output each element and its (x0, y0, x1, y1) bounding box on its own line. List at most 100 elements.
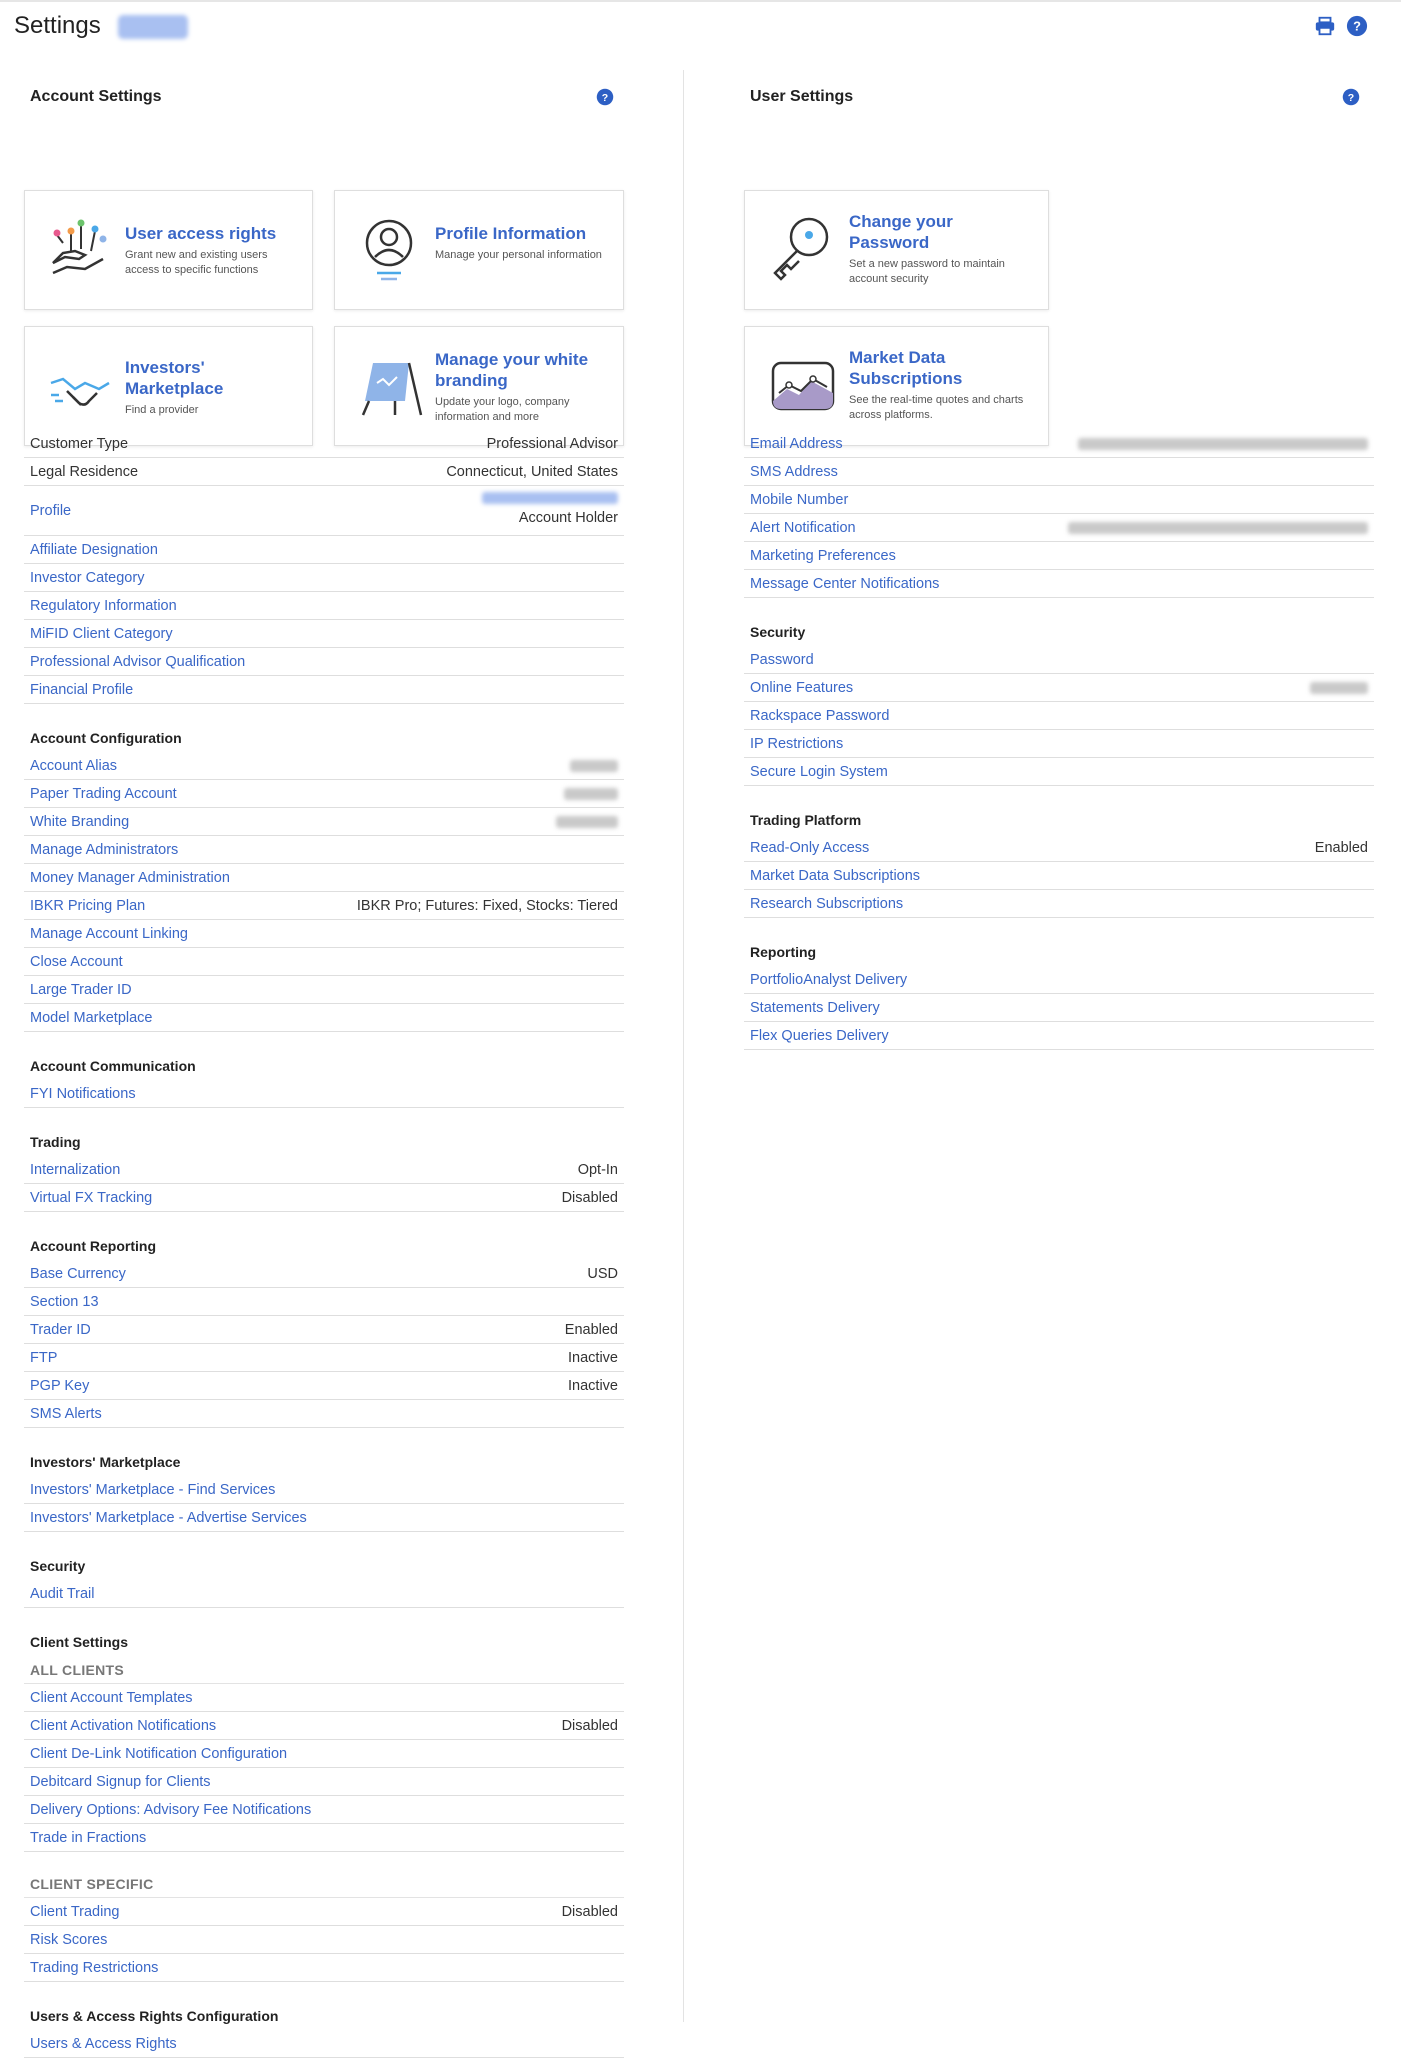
market-data-subscriptions-link[interactable]: Market Data Subscriptions (750, 867, 920, 885)
risk-scores-link[interactable]: Risk Scores (30, 1931, 107, 1949)
virtual-fx-tracking-value: Disabled (561, 1190, 618, 1206)
card-subtitle: Update your logo, company information an… (435, 396, 570, 423)
virtual-fx-tracking-link[interactable]: Virtual FX Tracking (30, 1189, 152, 1207)
ip-restrictions-link[interactable]: IP Restrictions (750, 735, 843, 753)
large-trader-id-link[interactable]: Large Trader ID (30, 981, 132, 999)
client-trading-link[interactable]: Client Trading (30, 1903, 119, 1921)
ibkr-pricing-plan-link[interactable]: IBKR Pricing Plan (30, 897, 145, 915)
password-link[interactable]: Password (750, 651, 814, 669)
trader-id-value: Enabled (564, 1322, 618, 1338)
legal-residence-label: Legal Residence (30, 464, 139, 480)
table-row: FYI Notifications (24, 1080, 624, 1108)
base-currency-value: USD (587, 1266, 618, 1282)
table-row: Model Marketplace (24, 1004, 624, 1032)
fyi-notifications-link[interactable]: FYI Notifications (30, 1085, 136, 1103)
redacted-profile-name (482, 492, 618, 504)
manage-account-linking-link[interactable]: Manage Account Linking (30, 925, 188, 943)
affiliate-designation-link[interactable]: Affiliate Designation (30, 541, 158, 559)
table-row: PortfolioAnalyst Delivery (744, 966, 1374, 994)
client-specific-heading: CLIENT SPECIFIC (24, 1870, 624, 1898)
trade-in-fractions-link[interactable]: Trade in Fractions (30, 1829, 146, 1847)
manage-administrators-link[interactable]: Manage Administrators (30, 841, 178, 859)
read-only-access-link[interactable]: Read-Only Access (750, 839, 869, 857)
marketplace-advertise-services-link[interactable]: Investors' Marketplace - Advertise Servi… (30, 1509, 307, 1527)
card-investors-marketplace[interactable]: Investors' Marketplace Find a provider (24, 326, 313, 446)
white-branding-link[interactable]: White Branding (30, 813, 129, 831)
card-subtitle: Grant new and existing users access to s… (125, 249, 268, 276)
card-profile-information[interactable]: Profile Information Manage your personal… (334, 190, 624, 310)
card-subtitle: Set a new password to maintain account s… (849, 258, 1005, 285)
message-center-notifications-link[interactable]: Message Center Notifications (750, 575, 939, 593)
table-row: Client Trading Disabled (24, 1898, 624, 1926)
top-bar: Settings ? (0, 0, 1401, 52)
table-row: FTP Inactive (24, 1344, 624, 1372)
paper-trading-account-link[interactable]: Paper Trading Account (30, 785, 177, 803)
mifid-client-category-link[interactable]: MiFID Client Category (30, 625, 173, 643)
card-white-branding[interactable]: Manage your white branding Update your l… (334, 326, 624, 446)
table-row: Marketing Preferences (744, 542, 1374, 570)
sms-alerts-link[interactable]: SMS Alerts (30, 1405, 102, 1423)
financial-profile-link[interactable]: Financial Profile (30, 681, 133, 699)
card-market-data-subscriptions[interactable]: Market Data Subscriptions See the real-t… (744, 326, 1049, 446)
close-account-link[interactable]: Close Account (30, 953, 123, 971)
redacted-account-badge (118, 15, 188, 39)
client-delink-notification-link[interactable]: Client De-Link Notification Configuratio… (30, 1745, 287, 1763)
pgp-key-link[interactable]: PGP Key (30, 1377, 89, 1395)
research-subscriptions-link[interactable]: Research Subscriptions (750, 895, 903, 913)
marketplace-find-services-link[interactable]: Investors' Marketplace - Find Services (30, 1481, 275, 1499)
base-currency-link[interactable]: Base Currency (30, 1265, 126, 1283)
audit-trail-link[interactable]: Audit Trail (30, 1585, 94, 1603)
table-row: Mobile Number (744, 486, 1374, 514)
table-row: IP Restrictions (744, 730, 1374, 758)
internalization-link[interactable]: Internalization (30, 1161, 120, 1179)
account-configuration-title: Account Configuration (30, 730, 182, 746)
money-manager-administration-link[interactable]: Money Manager Administration (30, 869, 230, 887)
users-access-rights-link[interactable]: Users & Access Rights (30, 2035, 177, 2053)
user-profile-icon (365, 219, 413, 281)
flex-queries-delivery-link[interactable]: Flex Queries Delivery (750, 1027, 889, 1045)
regulatory-information-link[interactable]: Regulatory Information (30, 597, 177, 615)
account-security-group: Security Audit Trail (24, 1532, 624, 1608)
customer-type-value: Professional Advisor (486, 436, 618, 452)
secure-login-system-link[interactable]: Secure Login System (750, 763, 888, 781)
account-settings-help-icon[interactable]: ? (596, 88, 614, 106)
mobile-number-link[interactable]: Mobile Number (750, 491, 848, 509)
trading-restrictions-link[interactable]: Trading Restrictions (30, 1959, 158, 1977)
table-row: Customer Type Professional Advisor (24, 430, 624, 458)
statements-delivery-link[interactable]: Statements Delivery (750, 999, 880, 1017)
table-row: Trader ID Enabled (24, 1316, 624, 1344)
card-title: Investors' Marketplace (125, 358, 224, 398)
alert-notification-link[interactable]: Alert Notification (750, 519, 856, 537)
debitcard-signup-link[interactable]: Debitcard Signup for Clients (30, 1773, 211, 1791)
online-features-link[interactable]: Online Features (750, 679, 853, 697)
investor-category-link[interactable]: Investor Category (30, 569, 144, 587)
help-icon[interactable]: ? (1346, 15, 1368, 37)
card-change-password[interactable]: Change your Password Set a new password … (744, 190, 1049, 310)
account-settings-title: Account Settings (30, 88, 162, 105)
table-row: Secure Login System (744, 758, 1374, 786)
table-row: Section 13 (24, 1288, 624, 1316)
marketing-preferences-link[interactable]: Marketing Preferences (750, 547, 896, 565)
profile-link[interactable]: Profile (30, 491, 71, 520)
email-address-link[interactable]: Email Address (750, 435, 843, 453)
ftp-link[interactable]: FTP (30, 1349, 57, 1367)
client-activation-notifications-link[interactable]: Client Activation Notifications (30, 1717, 216, 1735)
model-marketplace-link[interactable]: Model Marketplace (30, 1009, 153, 1027)
client-account-templates-link[interactable]: Client Account Templates (30, 1689, 193, 1707)
section-13-link[interactable]: Section 13 (30, 1293, 99, 1311)
user-settings-help-icon[interactable]: ? (1342, 88, 1360, 106)
account-alias-link[interactable]: Account Alias (30, 757, 117, 775)
account-communication-group: Account Communication FYI Notifications (24, 1032, 624, 1108)
table-row: Close Account (24, 948, 624, 976)
delivery-options-advisory-fee-link[interactable]: Delivery Options: Advisory Fee Notificat… (30, 1801, 311, 1819)
print-icon[interactable] (1314, 15, 1336, 37)
portfolioanalyst-delivery-link[interactable]: PortfolioAnalyst Delivery (750, 971, 907, 989)
account-settings-cards: User access rights Grant new and existin… (24, 122, 624, 446)
card-user-access-rights[interactable]: User access rights Grant new and existin… (24, 190, 313, 310)
table-row: Base Currency USD (24, 1260, 624, 1288)
professional-advisor-qualification-link[interactable]: Professional Advisor Qualification (30, 653, 245, 671)
sms-address-link[interactable]: SMS Address (750, 463, 838, 481)
trader-id-link[interactable]: Trader ID (30, 1321, 91, 1339)
rackspace-password-link[interactable]: Rackspace Password (750, 707, 889, 725)
table-row: Professional Advisor Qualification (24, 648, 624, 676)
